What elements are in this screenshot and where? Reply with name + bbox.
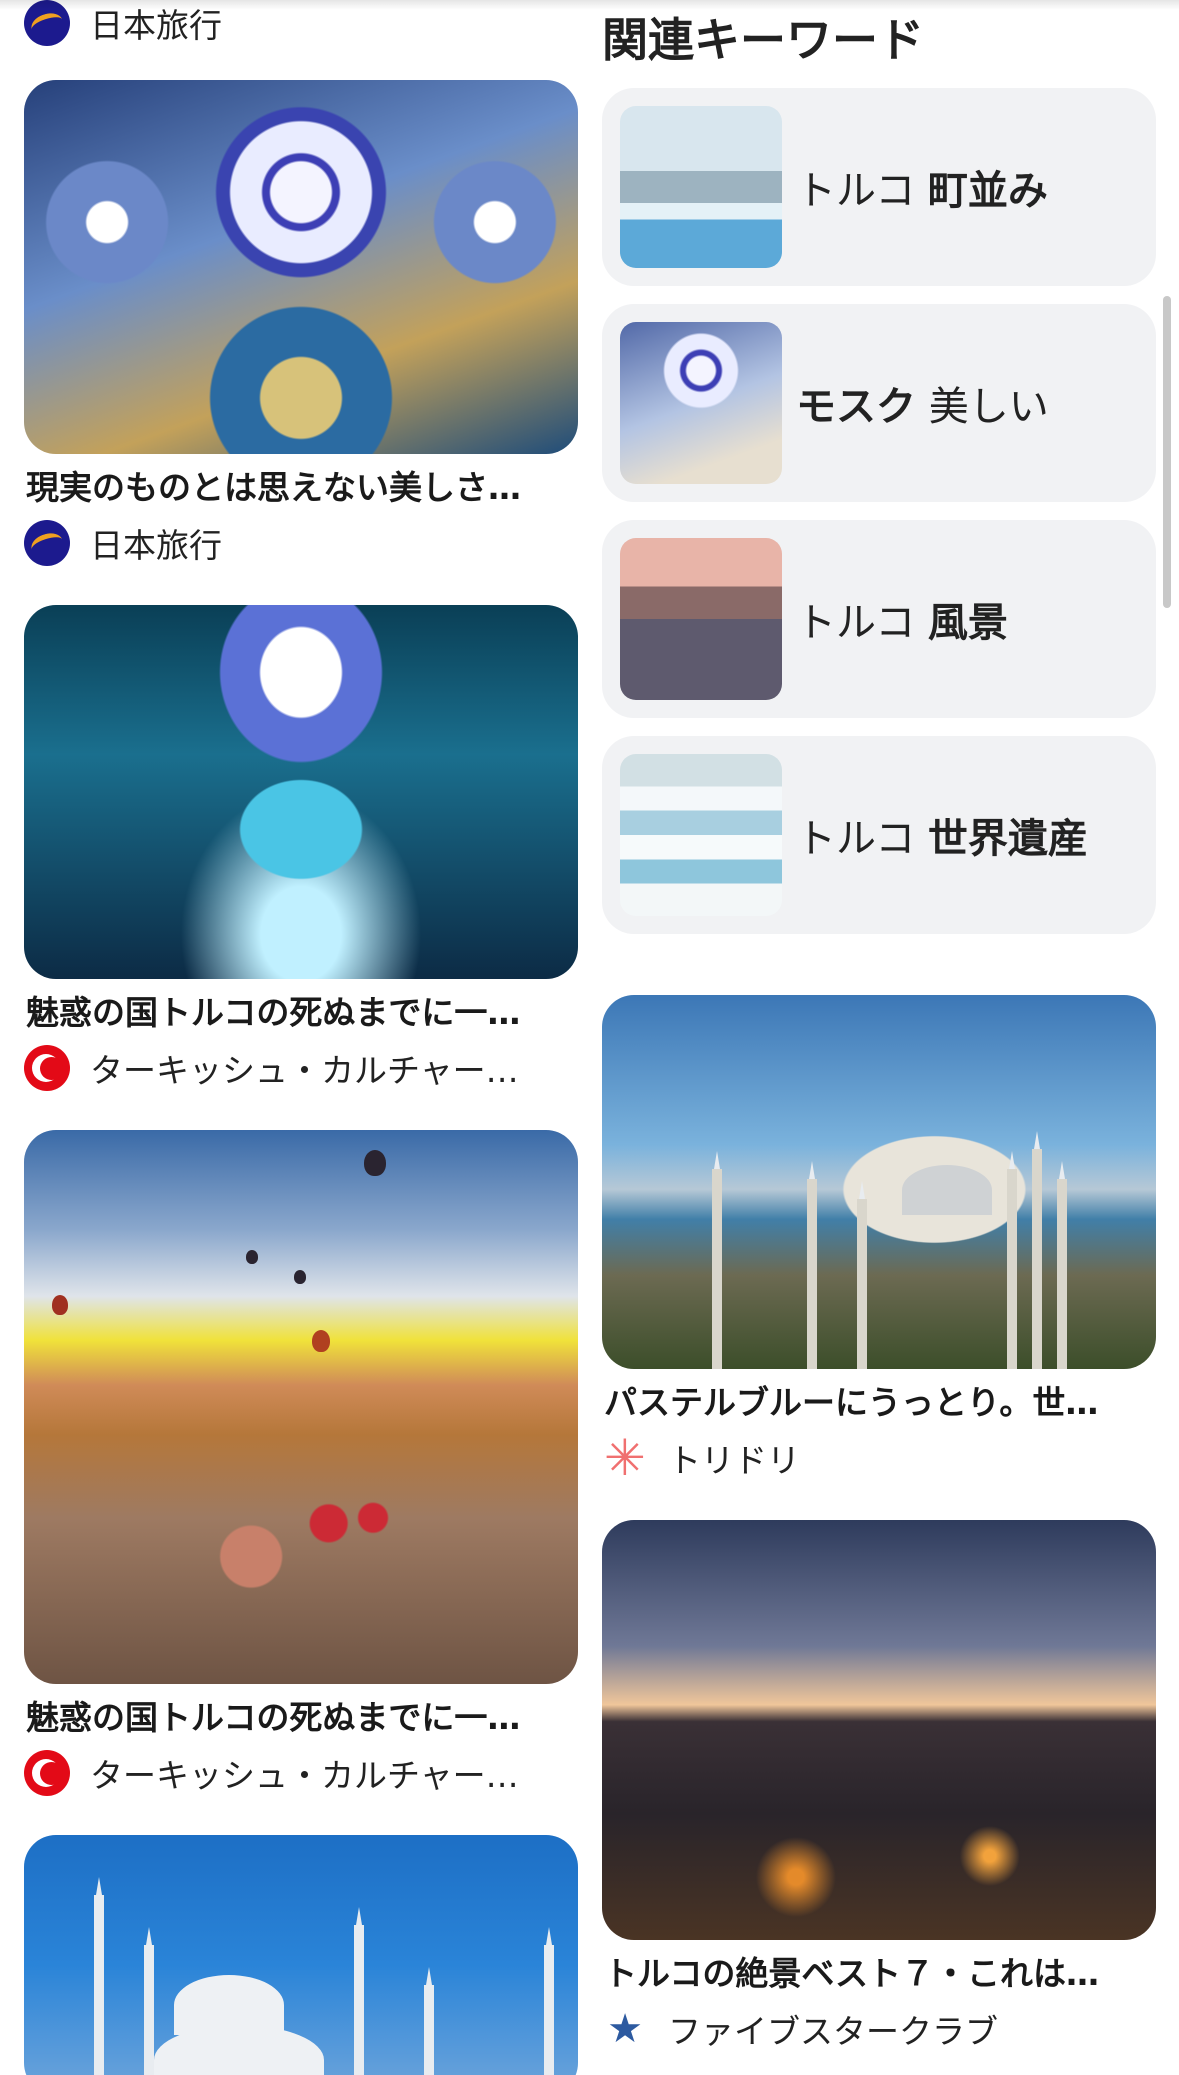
keyword-label: トルコ 町並み bbox=[796, 168, 1048, 214]
source-name: ターキッシュ・カルチャー… bbox=[90, 1051, 519, 1090]
pin-image[interactable] bbox=[24, 605, 578, 979]
keyword-card[interactable]: トルコ 世界遺産 bbox=[602, 736, 1156, 934]
source-name: トリドリ bbox=[668, 1441, 800, 1480]
top-shade bbox=[0, 0, 1179, 10]
keyword-label: トルコ 風景 bbox=[796, 600, 1008, 646]
pin-image[interactable] bbox=[602, 1520, 1156, 1940]
pin-source[interactable]: ★ ファイブスタークラブ bbox=[602, 2004, 1156, 2054]
pin-image[interactable] bbox=[24, 1835, 578, 2075]
pin-image[interactable] bbox=[24, 80, 578, 454]
pin-card[interactable]: パステルブルーにうっとり。世… ✳ トリドリ bbox=[602, 995, 1156, 1483]
turkish-flag-icon bbox=[24, 1750, 70, 1796]
keyword-label: モスク 美しい bbox=[796, 384, 1049, 430]
pin-card[interactable] bbox=[24, 1835, 578, 2075]
pin-image[interactable] bbox=[24, 1130, 578, 1684]
pin-title: 現実のものとは思えない美しさ… bbox=[26, 468, 521, 507]
keyword-thumbnail bbox=[620, 538, 782, 700]
source-name: 日本旅行 bbox=[90, 526, 222, 565]
pin-title: 魅惑の国トルコの死ぬまでに一… bbox=[26, 1698, 521, 1737]
keyword-label: トルコ 世界遺産 bbox=[796, 816, 1088, 862]
source-name: ファイブスタークラブ bbox=[668, 2012, 998, 2051]
pin-card[interactable]: トルコの絶景ベスト７・これは… ★ ファイブスタークラブ bbox=[602, 1520, 1156, 2054]
keyword-thumbnail bbox=[620, 322, 782, 484]
scrollbar[interactable] bbox=[1163, 296, 1171, 608]
nihon-ryoko-logo-icon bbox=[24, 520, 70, 566]
pin-source[interactable]: ターキッシュ・カルチャー… bbox=[24, 1043, 578, 1093]
five-star-club-icon: ★ bbox=[607, 2006, 643, 2052]
pin-title: パステルブルーにうっとり。世… bbox=[604, 1383, 1099, 1422]
toridori-asterisk-icon: ✳ bbox=[604, 1435, 646, 1481]
source-name: ターキッシュ・カルチャー… bbox=[90, 1756, 519, 1795]
pin-card[interactable]: 現実のものとは思えない美しさ… 日本旅行 bbox=[24, 80, 578, 568]
pin-card[interactable]: 魅惑の国トルコの死ぬまでに一… ターキッシュ・カルチャー… bbox=[24, 605, 578, 1093]
pin-title: 魅惑の国トルコの死ぬまでに一… bbox=[26, 993, 521, 1032]
keyword-thumbnail bbox=[620, 754, 782, 916]
pin-title: トルコの絶景ベスト７・これは… bbox=[604, 1954, 1099, 1993]
keyword-thumbnail bbox=[620, 106, 782, 268]
keyword-card[interactable]: トルコ 町並み bbox=[602, 88, 1156, 286]
pin-source[interactable]: 日本旅行 bbox=[24, 518, 578, 568]
pin-card[interactable]: 魅惑の国トルコの死ぬまでに一… ターキッシュ・カルチャー… bbox=[24, 1130, 578, 1798]
turkish-flag-icon bbox=[24, 1045, 70, 1091]
pin-image[interactable] bbox=[602, 995, 1156, 1369]
related-keywords-heading: 関連キーワード bbox=[602, 13, 924, 67]
keyword-card[interactable]: トルコ 風景 bbox=[602, 520, 1156, 718]
keyword-card[interactable]: モスク 美しい bbox=[602, 304, 1156, 502]
pin-source[interactable]: ✳ トリドリ bbox=[602, 1433, 1156, 1483]
pin-source[interactable]: ターキッシュ・カルチャー… bbox=[24, 1748, 578, 1798]
